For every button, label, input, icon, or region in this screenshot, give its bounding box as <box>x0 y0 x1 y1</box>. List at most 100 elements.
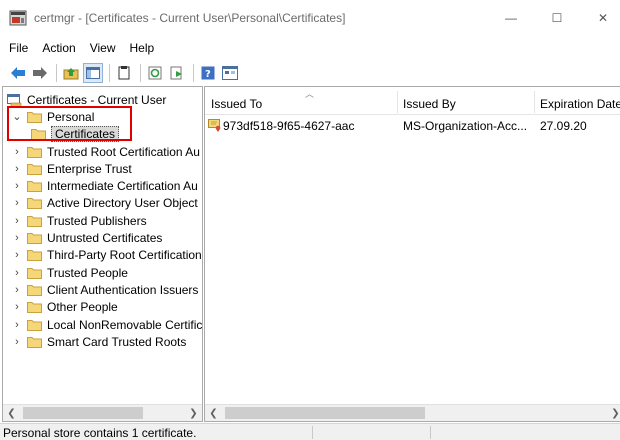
up-folder-icon[interactable] <box>61 63 81 83</box>
chevron-right-icon[interactable]: › <box>11 319 23 331</box>
certificate-store-icon <box>7 93 22 107</box>
tree-item[interactable]: › Enterprise Trust <box>11 160 132 177</box>
tree-item[interactable]: › Trusted Root Certification Au <box>11 143 200 160</box>
menu-help[interactable]: Help <box>123 41 162 55</box>
cell-issued-to: 973df518-9f65-4627-aac <box>208 119 394 133</box>
tree-item[interactable]: › Untrusted Certificates <box>11 230 162 247</box>
column-issued-by[interactable]: Issued By <box>403 97 456 111</box>
tree-item[interactable]: › Active Directory User Object <box>11 195 198 212</box>
sort-ascending-icon: ︿ <box>305 89 315 99</box>
tree-item[interactable]: › Smart Card Trusted Roots <box>11 333 186 350</box>
status-text: Personal store contains 1 certificate. <box>3 426 197 440</box>
red-highlight-box <box>7 106 132 141</box>
maximize-button[interactable]: ☐ <box>534 0 580 36</box>
properties-icon[interactable] <box>114 63 134 83</box>
chevron-right-icon[interactable]: › <box>11 163 23 175</box>
cell-issued-by: MS-Organization-Acc... <box>403 119 528 133</box>
menu-file[interactable]: File <box>2 41 35 55</box>
column-separator[interactable] <box>534 91 535 113</box>
folder-icon <box>27 232 42 244</box>
tree-item-label: Client Authentication Issuers <box>47 282 199 297</box>
certificate-icon <box>208 119 222 132</box>
toolbar: ? <box>0 60 620 86</box>
export-list-icon[interactable] <box>167 63 187 83</box>
list-horizontal-scrollbar[interactable]: ❮ ❯ <box>205 404 620 421</box>
folder-icon <box>27 301 42 314</box>
toolbar-separator <box>56 64 57 82</box>
tree-item[interactable]: › Intermediate Certification Au <box>11 178 198 195</box>
scroll-right-icon[interactable]: ❯ <box>185 405 202 421</box>
tree-item-label: Trusted Publishers <box>47 213 147 228</box>
svg-text:?: ? <box>205 69 211 80</box>
tree-horizontal-scrollbar[interactable]: ❮ ❯ <box>3 404 202 421</box>
details-list-pane[interactable]: ︿ Issued To Issued By Expiration Date 97… <box>204 86 620 422</box>
table-row[interactable]: 973df518-9f65-4627-aac MS-Organization-A… <box>205 117 620 135</box>
folder-icon <box>27 336 42 348</box>
chevron-right-icon[interactable]: › <box>11 301 23 313</box>
cell-expiration-date: 27.09.20 <box>540 119 587 133</box>
column-separator[interactable] <box>397 91 398 113</box>
tree-item-label: Untrusted Certificates <box>47 231 163 245</box>
chevron-right-icon[interactable]: › <box>11 197 23 209</box>
tree-item[interactable]: › Third-Party Root Certification <box>11 247 202 264</box>
scroll-thumb[interactable] <box>23 407 143 419</box>
tree-item[interactable]: › Trusted Publishers <box>11 212 147 229</box>
status-bar: Personal store contains 1 certificate. <box>0 423 620 440</box>
chevron-right-icon[interactable]: › <box>11 249 23 261</box>
chevron-right-icon[interactable]: › <box>11 180 23 192</box>
menu-view[interactable]: View <box>83 41 123 55</box>
tree-item[interactable]: › Local NonRemovable Certific <box>11 316 202 333</box>
toolbar-separator <box>193 64 194 82</box>
folder-icon <box>27 284 42 296</box>
minimize-button[interactable]: — <box>488 0 534 36</box>
help-icon[interactable]: ? <box>198 63 218 83</box>
forward-arrow-icon[interactable] <box>30 63 50 83</box>
folder-icon <box>27 319 42 331</box>
refresh-icon[interactable] <box>145 63 165 83</box>
list-header: ︿ Issued To Issued By Expiration Date <box>205 87 620 115</box>
column-expiration-date[interactable]: Expiration Date <box>540 97 620 111</box>
folder-icon <box>27 163 42 175</box>
folder-icon <box>27 249 42 262</box>
back-arrow-icon[interactable] <box>8 63 28 83</box>
toolbar-separator <box>140 64 141 82</box>
chevron-right-icon[interactable]: › <box>11 336 23 348</box>
certmgr-app-icon[interactable] <box>9 9 27 27</box>
show-hide-tree-icon[interactable] <box>83 63 103 83</box>
tree-item-label: Enterprise Trust <box>47 161 132 176</box>
tree-item-label: Trusted Root Certification Au <box>47 144 200 159</box>
view-icon[interactable] <box>220 63 240 83</box>
folder-icon <box>27 180 42 193</box>
scroll-right-icon[interactable]: ❯ <box>607 405 620 421</box>
folder-icon <box>27 215 42 227</box>
tree-item-label: Trusted People <box>47 265 128 280</box>
status-separator <box>312 426 313 439</box>
menu-bar: File Action View Help <box>0 36 620 60</box>
close-button[interactable]: ✕ <box>580 0 620 36</box>
scroll-thumb[interactable] <box>225 407 425 419</box>
column-issued-to[interactable]: Issued To <box>211 97 262 111</box>
tree-item-label: Third-Party Root Certification <box>47 248 202 263</box>
chevron-right-icon[interactable]: › <box>11 146 23 158</box>
status-separator <box>430 426 431 439</box>
tree-item-label: Local NonRemovable Certific <box>47 317 203 332</box>
window-title: certmgr - [Certificates - Current User\P… <box>34 11 346 25</box>
chevron-right-icon[interactable]: › <box>11 232 23 244</box>
folder-icon <box>27 197 42 210</box>
tree-item-label: Other People <box>47 300 118 315</box>
chevron-right-icon[interactable]: › <box>11 215 23 227</box>
scroll-left-icon[interactable]: ❮ <box>3 405 20 421</box>
tree-item-label: Active Directory User Object <box>47 196 198 211</box>
toolbar-separator <box>109 64 110 82</box>
tree-item[interactable]: › Client Authentication Issuers <box>11 281 198 298</box>
minimize-icon: — <box>505 11 517 25</box>
tree-item[interactable]: › Other People <box>11 299 118 316</box>
menu-action[interactable]: Action <box>35 41 82 55</box>
tree-item-label: Intermediate Certification Au <box>47 179 198 194</box>
tree-root-label: Certificates - Current User <box>27 92 167 107</box>
scroll-left-icon[interactable]: ❮ <box>205 405 222 421</box>
maximize-icon: ☐ <box>551 11 563 25</box>
chevron-right-icon[interactable]: › <box>11 284 23 296</box>
chevron-right-icon[interactable]: › <box>11 267 23 279</box>
tree-item[interactable]: › Trusted People <box>11 264 128 281</box>
